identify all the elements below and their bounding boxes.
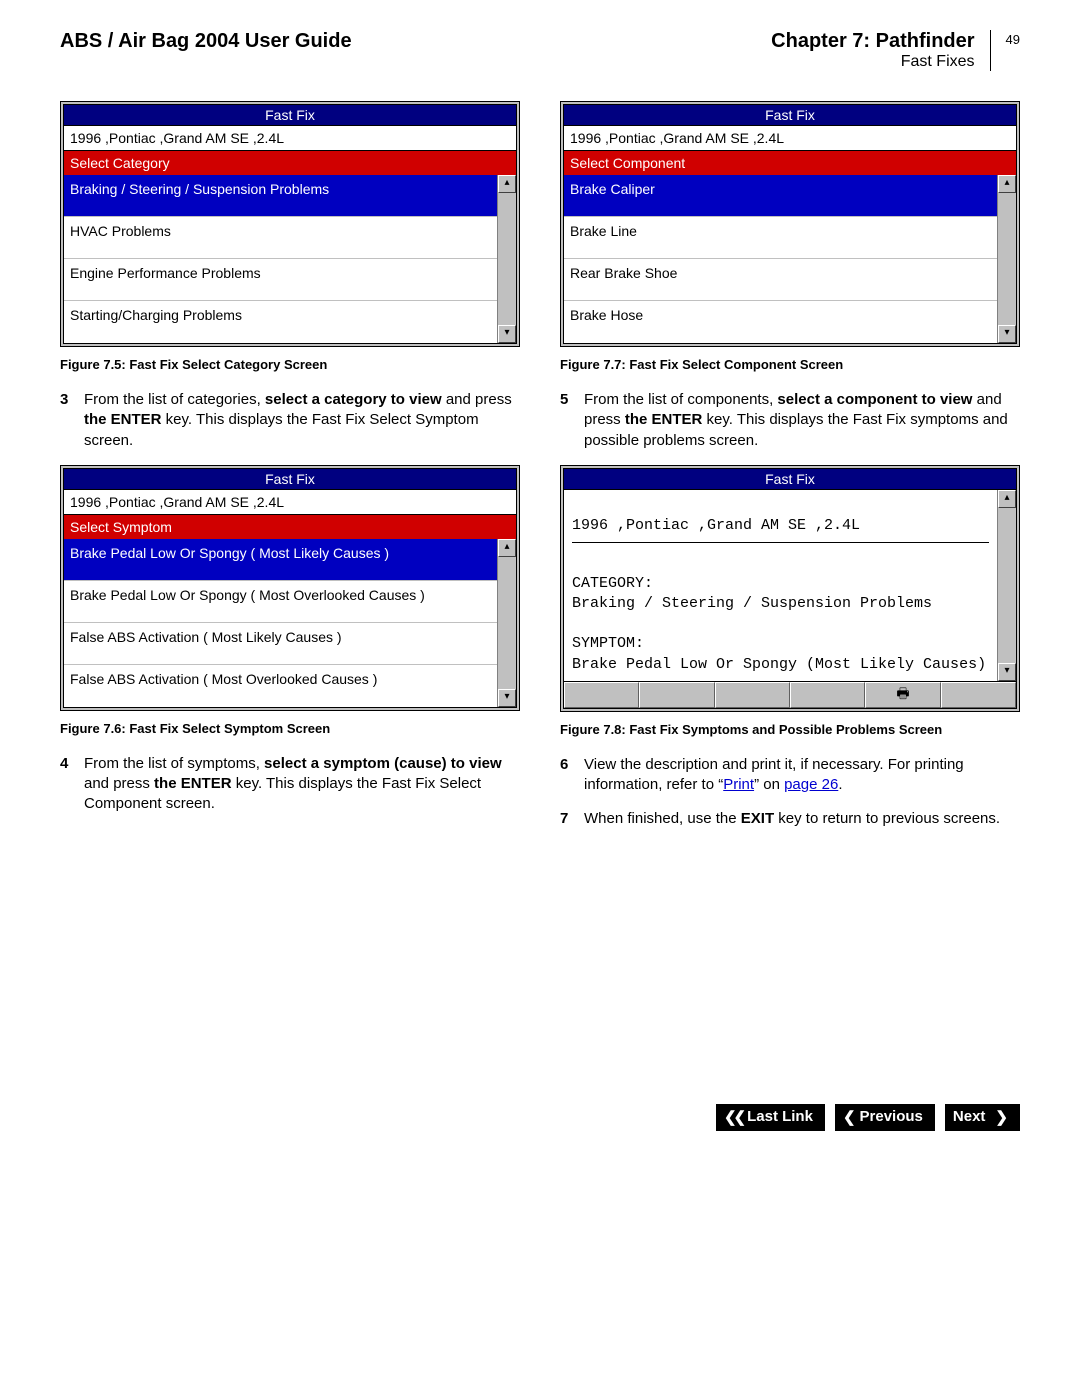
scroll-up-icon[interactable]: ▴ — [998, 175, 1016, 193]
scroll-down-icon[interactable]: ▾ — [498, 325, 516, 343]
step-text: From the list of categories, select a ca… — [84, 390, 520, 451]
list-item[interactable]: Brake Line — [564, 217, 997, 259]
list-item[interactable]: Engine Performance Problems — [64, 259, 497, 301]
chevron-left-icon — [843, 1108, 856, 1126]
list-item[interactable]: Rear Brake Shoe — [564, 259, 997, 301]
step-text: From the list of components, select a co… — [584, 390, 1020, 451]
window-title: Fast Fix — [63, 104, 517, 126]
results-symptom-label: SYMPTOM: — [572, 635, 644, 652]
scrollbar[interactable]: ▴ ▾ — [497, 175, 516, 343]
guide-title: ABS / Air Bag 2004 User Guide — [60, 30, 771, 53]
toolbar-cell-3[interactable] — [715, 682, 790, 708]
step-number: 6 — [560, 755, 584, 796]
next-button[interactable]: Next — [945, 1104, 1020, 1131]
step-text: When finished, use the EXIT key to retur… — [584, 809, 1020, 829]
step-number: 5 — [560, 390, 584, 451]
step-number: 3 — [60, 390, 84, 451]
window-title: Fast Fix — [63, 468, 517, 490]
scroll-down-icon[interactable]: ▾ — [998, 663, 1016, 681]
toolbar-cell-4[interactable] — [790, 682, 865, 708]
scroll-down-icon[interactable]: ▾ — [498, 689, 516, 707]
step-number: 4 — [60, 754, 84, 815]
prompt-bar: Select Component — [563, 151, 1017, 175]
scrollbar[interactable]: ▴ ▾ — [997, 175, 1016, 343]
figure-caption: Figure 7.8: Fast Fix Symptoms and Possib… — [560, 722, 1020, 737]
results-category-label: CATEGORY: — [572, 575, 653, 592]
figure-7-7: Fast Fix 1996 ,Pontiac ,Grand AM SE ,2.4… — [560, 101, 1020, 347]
step-text: View the description and print it, if ne… — [584, 755, 1020, 796]
nav-label: Previous — [860, 1108, 923, 1125]
last-link-button[interactable]: Last Link — [716, 1104, 825, 1131]
results-pane: 1996 ,Pontiac ,Grand AM SE ,2.4L CATEGOR… — [564, 490, 997, 681]
nav-label: Next — [953, 1108, 986, 1125]
list-item[interactable]: HVAC Problems — [64, 217, 497, 259]
list-item[interactable]: Braking / Steering / Suspension Problems — [64, 175, 497, 217]
results-category-value: Braking / Steering / Suspension Problems — [572, 595, 932, 612]
step-text: From the list of symptoms, select a symp… — [84, 754, 520, 815]
symptom-list: Brake Pedal Low Or Spongy ( Most Likely … — [64, 539, 497, 707]
figure-7-6: Fast Fix 1996 ,Pontiac ,Grand AM SE ,2.4… — [60, 465, 520, 711]
category-list: Braking / Steering / Suspension Problems… — [64, 175, 497, 343]
window-title: Fast Fix — [563, 468, 1017, 490]
prompt-bar: Select Category — [63, 151, 517, 175]
step-5: 5 From the list of components, select a … — [560, 390, 1020, 451]
nav-label: Last Link — [747, 1108, 813, 1125]
list-item[interactable]: Starting/Charging Problems — [64, 301, 497, 343]
figure-caption: Figure 7.7: Fast Fix Select Component Sc… — [560, 357, 1020, 372]
list-item[interactable]: Brake Hose — [564, 301, 997, 343]
figure-7-5: Fast Fix 1996 ,Pontiac ,Grand AM SE ,2.4… — [60, 101, 520, 347]
step-6: 6 View the description and print it, if … — [560, 755, 1020, 796]
scrollbar[interactable]: ▴ ▾ — [997, 490, 1016, 681]
toolbar-cell-1[interactable] — [564, 682, 639, 708]
vehicle-line: 1996 ,Pontiac ,Grand AM SE ,2.4L — [563, 126, 1017, 151]
toolbar-cell-6[interactable] — [941, 682, 1016, 708]
scroll-up-icon[interactable]: ▴ — [498, 175, 516, 193]
page-link[interactable]: page 26 — [784, 776, 838, 793]
step-4: 4 From the list of symptoms, select a sy… — [60, 754, 520, 815]
print-link[interactable]: Print — [723, 776, 754, 793]
print-icon: 🖶 — [896, 683, 909, 707]
list-item[interactable]: False ABS Activation ( Most Overlooked C… — [64, 665, 497, 707]
left-column: Fast Fix 1996 ,Pontiac ,Grand AM SE ,2.4… — [60, 101, 520, 844]
figure-7-8: Fast Fix 1996 ,Pontiac ,Grand AM SE ,2.4… — [560, 465, 1020, 712]
nav-buttons: Last Link Previous Next — [60, 1104, 1020, 1131]
chapter-title: Chapter 7: Pathfinder — [771, 30, 974, 53]
list-item[interactable]: Brake Pedal Low Or Spongy ( Most Likely … — [64, 539, 497, 581]
scroll-up-icon[interactable]: ▴ — [498, 539, 516, 557]
page-header: ABS / Air Bag 2004 User Guide Chapter 7:… — [60, 30, 1020, 71]
section-title: Fast Fixes — [771, 53, 974, 71]
figure-caption: Figure 7.5: Fast Fix Select Category Scr… — [60, 357, 520, 372]
scrollbar[interactable]: ▴ ▾ — [497, 539, 516, 707]
list-item[interactable]: Brake Caliper — [564, 175, 997, 217]
list-item[interactable]: Brake Pedal Low Or Spongy ( Most Overloo… — [64, 581, 497, 623]
prompt-bar: Select Symptom — [63, 515, 517, 539]
scroll-down-icon[interactable]: ▾ — [998, 325, 1016, 343]
page-number: 49 — [1006, 30, 1020, 47]
toolbar-cell-2[interactable] — [639, 682, 714, 708]
chapter-block: Chapter 7: Pathfinder Fast Fixes — [771, 30, 990, 71]
scroll-up-icon[interactable]: ▴ — [998, 490, 1016, 508]
double-chevron-left-icon — [724, 1108, 743, 1126]
right-column: Fast Fix 1996 ,Pontiac ,Grand AM SE ,2.4… — [560, 101, 1020, 844]
component-list: Brake Caliper Brake Line Rear Brake Shoe… — [564, 175, 997, 343]
vehicle-line: 1996 ,Pontiac ,Grand AM SE ,2.4L — [63, 490, 517, 515]
list-item[interactable]: False ABS Activation ( Most Likely Cause… — [64, 623, 497, 665]
previous-button[interactable]: Previous — [835, 1104, 935, 1131]
results-symptom-value: Brake Pedal Low Or Spongy (Most Likely C… — [572, 656, 986, 673]
chevron-right-icon — [995, 1108, 1008, 1126]
step-7: 7 When finished, use the EXIT key to ret… — [560, 809, 1020, 829]
results-toolbar: 🖶 — [563, 682, 1017, 709]
figure-caption: Figure 7.6: Fast Fix Select Symptom Scre… — [60, 721, 520, 736]
vehicle-line: 1996 ,Pontiac ,Grand AM SE ,2.4L — [63, 126, 517, 151]
step-3: 3 From the list of categories, select a … — [60, 390, 520, 451]
step-number: 7 — [560, 809, 584, 829]
window-title: Fast Fix — [563, 104, 1017, 126]
print-button[interactable]: 🖶 — [865, 682, 940, 708]
results-vehicle: 1996 ,Pontiac ,Grand AM SE ,2.4L — [572, 517, 860, 534]
